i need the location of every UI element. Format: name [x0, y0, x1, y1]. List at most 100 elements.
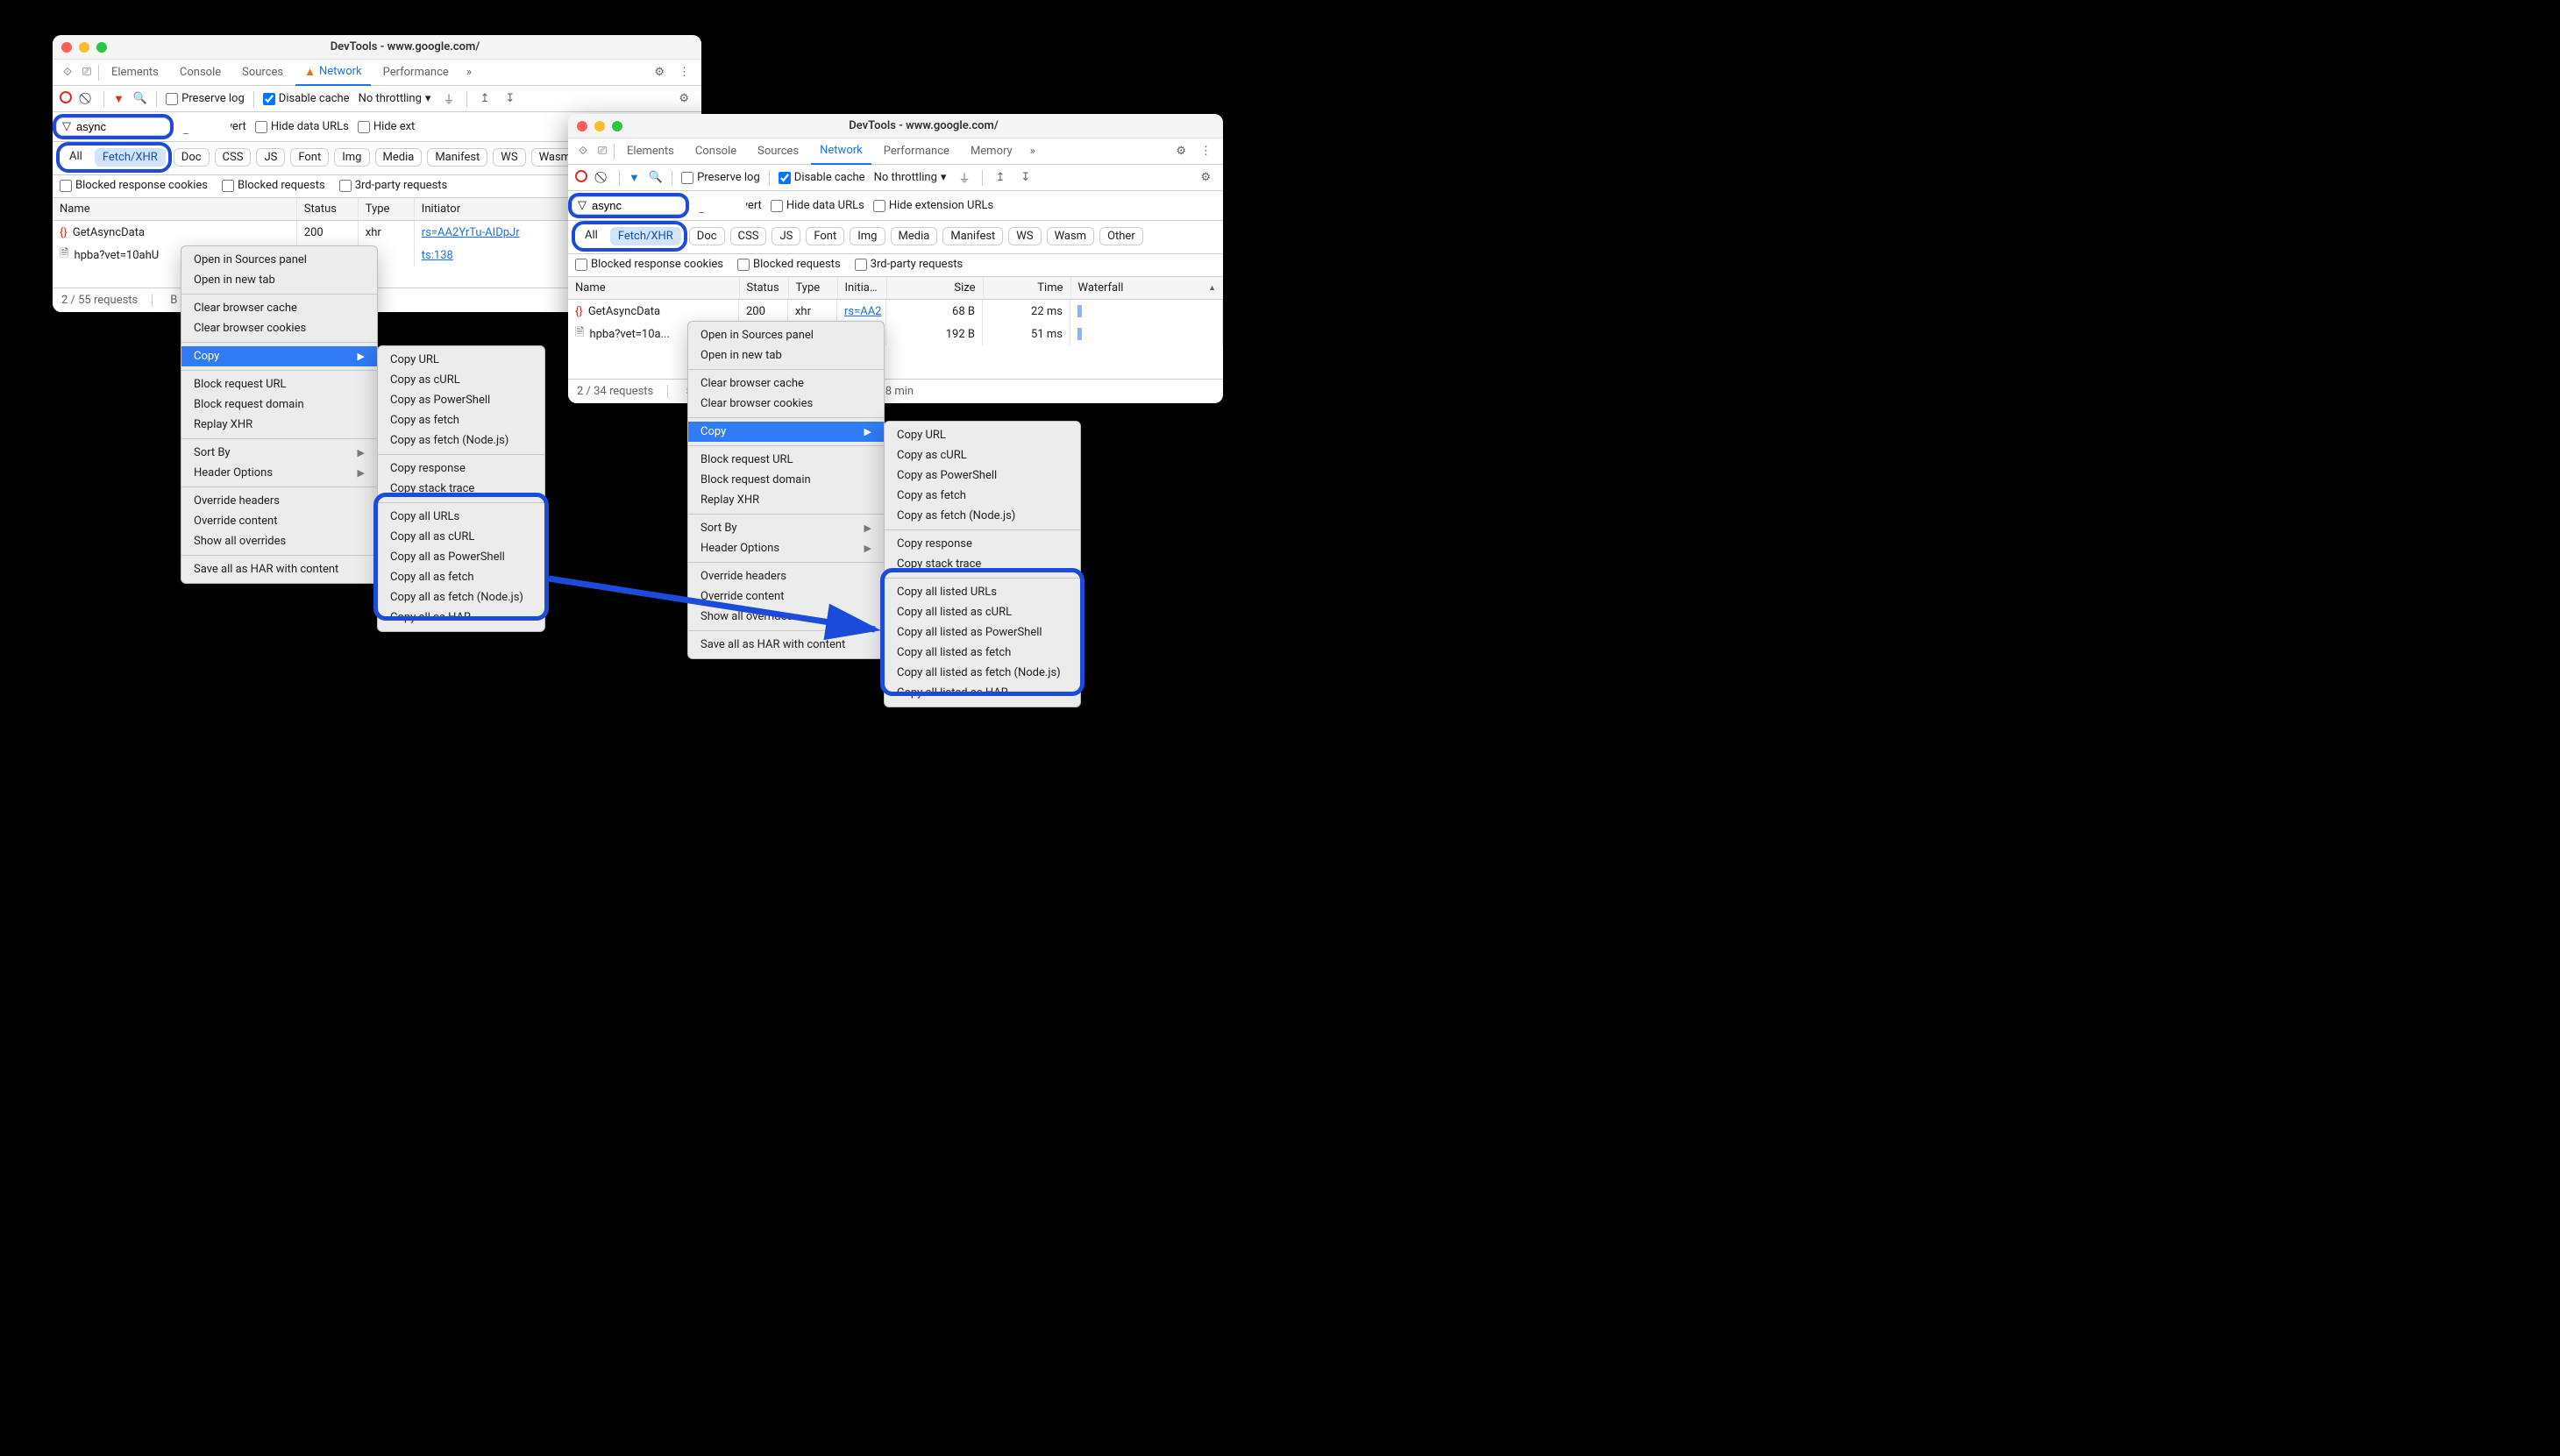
throttling-select[interactable]: No throttling▾: [874, 171, 947, 184]
blocked-response-checkbox[interactable]: Blocked response cookies: [575, 258, 723, 271]
minimize-icon[interactable]: [594, 121, 605, 131]
copy-all-fetch-node[interactable]: Copy all as fetch (Node.js): [378, 587, 553, 607]
device-icon[interactable]: ⎚: [79, 66, 95, 79]
zoom-icon[interactable]: [96, 42, 107, 53]
copy-fetch-node[interactable]: Copy as fetch (Node.js): [885, 506, 1080, 526]
throttling-select[interactable]: No throttling▾: [359, 92, 431, 105]
col-type[interactable]: Type: [789, 277, 838, 299]
menu-override-headers[interactable]: Override headers: [181, 491, 377, 511]
tab-console[interactable]: Console: [686, 138, 745, 165]
copy-all-urls[interactable]: Copy all URLs: [378, 507, 553, 527]
copy-fetch[interactable]: Copy as fetch: [378, 410, 553, 430]
pill-ws[interactable]: WS: [493, 148, 525, 167]
copy-stack[interactable]: Copy stack trace: [378, 479, 553, 499]
pill-media[interactable]: Media: [891, 227, 938, 245]
hide-data-urls-checkbox[interactable]: Hide data URLs: [255, 120, 349, 133]
tab-console[interactable]: Console: [171, 60, 230, 86]
menu-block-domain[interactable]: Block request domain: [181, 394, 377, 415]
blocked-response-checkbox[interactable]: Blocked response cookies: [60, 179, 208, 192]
menu-clear-cookies[interactable]: Clear browser cookies: [181, 318, 377, 338]
panel-gear-icon[interactable]: ⚙: [673, 92, 694, 105]
menu-save-har[interactable]: Save all as HAR with content: [181, 559, 377, 579]
menu-copy[interactable]: Copy▶: [181, 346, 377, 366]
menu-override-content[interactable]: Override content: [181, 511, 377, 531]
col-name[interactable]: Name: [568, 277, 740, 299]
blocked-requests-checkbox[interactable]: Blocked requests: [222, 179, 325, 192]
initiator-link[interactable]: rs=AA2YrTu-AIDpJr: [422, 226, 520, 239]
pill-img[interactable]: Img: [334, 148, 369, 167]
upload-icon[interactable]: ↥: [992, 171, 1008, 184]
filter-input[interactable]: [592, 199, 746, 212]
menu-block-url[interactable]: Block request URL: [688, 450, 884, 470]
blocked-requests-checkbox[interactable]: Blocked requests: [737, 258, 841, 271]
tab-network[interactable]: Network: [811, 138, 871, 165]
hide-ext-urls-checkbox[interactable]: Hide extension URLs: [873, 199, 993, 212]
more-tabs-icon[interactable]: »: [1025, 145, 1041, 158]
menu-open-sources[interactable]: Open in Sources panel: [688, 325, 884, 345]
copy-all-listed-curl[interactable]: Copy all listed as cURL: [885, 602, 1080, 622]
menu-replay-xhr[interactable]: Replay XHR: [181, 415, 377, 435]
copy-all-listed-urls[interactable]: Copy all listed URLs: [885, 582, 1080, 602]
menu-header-options[interactable]: Header Options▶: [181, 463, 377, 483]
download-icon[interactable]: ↧: [1017, 171, 1034, 184]
filter-toggle-icon[interactable]: ▼: [113, 92, 124, 106]
menu-sort-by[interactable]: Sort By▶: [181, 443, 377, 463]
preserve-log-checkbox[interactable]: Preserve log: [166, 92, 245, 105]
menu-replay-xhr[interactable]: Replay XHR: [688, 490, 884, 510]
pill-css[interactable]: CSS: [730, 227, 767, 245]
pill-img[interactable]: Img: [850, 227, 885, 245]
search-icon[interactable]: 🔍: [649, 171, 663, 184]
pill-fetchxhr[interactable]: Fetch/XHR: [95, 148, 166, 167]
disable-cache-checkbox[interactable]: Disable cache: [263, 92, 350, 105]
menu-show-overrides[interactable]: Show all overrides: [181, 531, 377, 551]
copy-fetch[interactable]: Copy as fetch: [885, 486, 1080, 506]
gear-icon[interactable]: ⚙: [649, 66, 670, 79]
copy-all-curl[interactable]: Copy all as cURL: [378, 527, 553, 547]
copy-all-listed-har[interactable]: Copy all listed as HAR: [885, 683, 1080, 703]
clear-icon[interactable]: ⃠: [81, 92, 95, 106]
initiator-link[interactable]: ts:138: [422, 249, 453, 262]
device-icon[interactable]: ⎚: [594, 145, 610, 158]
copy-url[interactable]: Copy URL: [378, 350, 553, 370]
third-party-checkbox[interactable]: 3rd-party requests: [339, 179, 448, 192]
search-icon[interactable]: 🔍: [133, 92, 147, 105]
copy-all-har[interactable]: Copy all as HAR: [378, 607, 553, 628]
col-time[interactable]: Time: [984, 277, 1071, 299]
tab-elements[interactable]: Elements: [103, 60, 167, 86]
copy-all-fetch[interactable]: Copy all as fetch: [378, 567, 553, 587]
copy-curl[interactable]: Copy as cURL: [378, 370, 553, 390]
pill-css[interactable]: CSS: [215, 148, 252, 167]
pill-fetchxhr[interactable]: Fetch/XHR: [610, 227, 681, 245]
kebab-icon[interactable]: ⋮: [1195, 145, 1216, 158]
menu-copy[interactable]: Copy▶: [688, 422, 884, 442]
pill-font[interactable]: Font: [806, 227, 844, 245]
pill-ws[interactable]: WS: [1008, 227, 1041, 245]
copy-response[interactable]: Copy response: [378, 458, 553, 479]
copy-all-listed-fetch-node[interactable]: Copy all listed as fetch (Node.js): [885, 663, 1080, 683]
table-row[interactable]: 🗎hpba?vet=10a... 192 B 51 ms: [568, 323, 1223, 345]
copy-all-listed-ps[interactable]: Copy all listed as PowerShell: [885, 622, 1080, 643]
hide-ext-urls-checkbox[interactable]: Hide ext: [358, 120, 415, 133]
pill-other[interactable]: Other: [1099, 227, 1143, 245]
filter-toggle-icon[interactable]: ▼: [629, 171, 640, 185]
col-name[interactable]: Name: [53, 198, 297, 220]
more-tabs-icon[interactable]: »: [461, 66, 477, 79]
copy-response[interactable]: Copy response: [885, 534, 1080, 554]
panel-gear-icon[interactable]: ⚙: [1195, 171, 1216, 184]
pill-all[interactable]: All: [62, 148, 89, 167]
pill-font[interactable]: Font: [290, 148, 329, 167]
record-button[interactable]: [575, 170, 587, 186]
menu-block-domain[interactable]: Block request domain: [688, 470, 884, 490]
col-waterfall[interactable]: Waterfall▲: [1071, 277, 1224, 299]
col-size[interactable]: Size: [887, 277, 984, 299]
copy-fetch-node[interactable]: Copy as fetch (Node.js): [378, 430, 553, 451]
table-row[interactable]: {}GetAsyncData 200 xhr rs=AA2 68 B 22 ms: [568, 300, 1223, 323]
menu-block-url[interactable]: Block request URL: [181, 374, 377, 394]
third-party-checkbox[interactable]: 3rd-party requests: [855, 258, 964, 271]
download-icon[interactable]: ↧: [501, 92, 518, 105]
pill-wasm[interactable]: Wasm: [1047, 227, 1095, 245]
copy-stack[interactable]: Copy stack trace: [885, 554, 1080, 574]
copy-powershell[interactable]: Copy as PowerShell: [378, 390, 553, 410]
tab-network[interactable]: ▲Network: [295, 60, 370, 86]
col-status[interactable]: Status: [297, 198, 359, 220]
